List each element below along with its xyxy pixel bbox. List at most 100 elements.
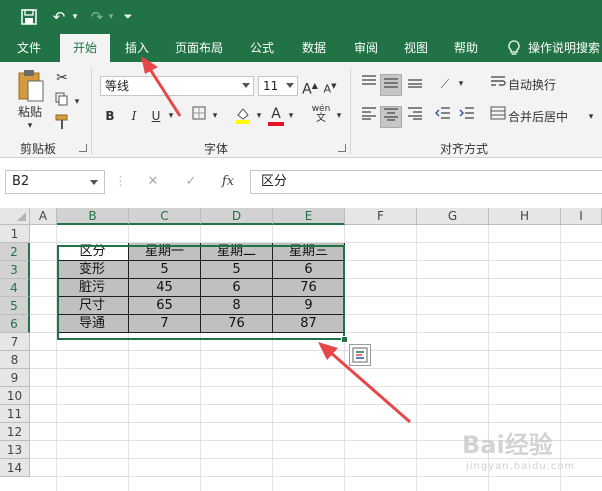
- font-name-combo[interactable]: 等线: [100, 76, 254, 96]
- merge-dropdown-icon[interactable]: ▾: [586, 107, 596, 127]
- table-cell[interactable]: 87: [273, 315, 345, 333]
- row-header-1[interactable]: 1: [0, 225, 30, 243]
- column-header-h[interactable]: H: [489, 208, 561, 225]
- fill-color-icon[interactable]: [232, 106, 254, 130]
- insert-function-button[interactable]: fx: [216, 172, 240, 192]
- table-cell[interactable]: 76: [273, 279, 345, 297]
- fill-handle[interactable]: [341, 336, 348, 343]
- table-cell[interactable]: 76: [201, 315, 273, 333]
- cut-icon[interactable]: ✂: [52, 68, 72, 88]
- grow-font-button[interactable]: A▲: [302, 76, 318, 100]
- save-icon[interactable]: [18, 7, 40, 27]
- format-painter-icon[interactable]: [52, 114, 72, 136]
- column-header-g[interactable]: G: [417, 208, 489, 225]
- tab-insert[interactable]: 插入: [114, 34, 160, 62]
- column-header-e[interactable]: E: [273, 208, 345, 225]
- table-cell[interactable]: 5: [129, 261, 201, 279]
- clipboard-launcher-icon[interactable]: [79, 144, 87, 152]
- copy-dropdown-icon[interactable]: ▾: [72, 92, 82, 112]
- align-top-icon[interactable]: [358, 74, 380, 96]
- table-row-label[interactable]: 变形: [57, 261, 129, 279]
- table-cell[interactable]: 45: [129, 279, 201, 297]
- undo-dropdown-icon[interactable]: ▾: [70, 7, 80, 27]
- enter-icon[interactable]: ✓: [180, 172, 202, 192]
- worksheet-grid[interactable]: A B C D E F G H I 1 2 3 4 5 6 7 8 9 10 1…: [0, 208, 602, 491]
- tab-formulas[interactable]: 公式: [240, 34, 284, 62]
- table-header-cell[interactable]: 星期二: [201, 243, 273, 261]
- table-header-cell[interactable]: 星期三: [273, 243, 345, 261]
- column-header-f[interactable]: F: [345, 208, 417, 225]
- phonetic-guide-button[interactable]: wén 文: [308, 104, 334, 124]
- undo-icon[interactable]: ↶: [48, 7, 70, 27]
- row-header-11[interactable]: 11: [0, 405, 30, 423]
- align-middle-icon[interactable]: [380, 74, 402, 96]
- tab-help[interactable]: 帮助: [444, 34, 488, 62]
- tab-home[interactable]: 开始: [60, 34, 110, 62]
- borders-dropdown-icon[interactable]: ▾: [210, 106, 220, 126]
- row-header-12[interactable]: 12: [0, 423, 30, 441]
- wrap-text-icon[interactable]: [488, 74, 508, 96]
- merge-center-button[interactable]: 合并后居中: [508, 107, 568, 127]
- align-center-icon[interactable]: [380, 106, 402, 128]
- underline-dropdown-icon[interactable]: ▾: [166, 106, 176, 126]
- align-right-icon[interactable]: [404, 106, 426, 128]
- orientation-icon[interactable]: ⟋: [434, 74, 456, 96]
- row-header-10[interactable]: 10: [0, 387, 30, 405]
- borders-icon[interactable]: [188, 106, 210, 126]
- table-cell-b2[interactable]: 区分: [57, 243, 129, 261]
- column-header-i[interactable]: I: [561, 208, 602, 225]
- paste-icon[interactable]: [14, 68, 46, 106]
- underline-button[interactable]: U: [146, 106, 166, 126]
- row-header-6[interactable]: 6: [0, 315, 30, 333]
- tab-review[interactable]: 审阅: [344, 34, 388, 62]
- column-header-d[interactable]: D: [201, 208, 273, 225]
- font-size-combo[interactable]: 11: [258, 76, 298, 96]
- row-header-3[interactable]: 3: [0, 261, 30, 279]
- font-launcher-icon[interactable]: [338, 144, 346, 152]
- tell-me-search[interactable]: 操作说明搜索: [528, 34, 602, 62]
- quick-analysis-button[interactable]: [349, 344, 371, 366]
- orientation-dropdown-icon[interactable]: ▾: [456, 74, 466, 94]
- customize-icon[interactable]: ⏷: [122, 7, 134, 27]
- copy-icon[interactable]: [52, 92, 72, 112]
- increase-indent-icon[interactable]: [456, 106, 478, 128]
- table-cell[interactable]: 7: [129, 315, 201, 333]
- row-header-5[interactable]: 5: [0, 297, 30, 315]
- column-header-b[interactable]: B: [57, 208, 129, 225]
- table-cell[interactable]: 8: [201, 297, 273, 315]
- row-header-4[interactable]: 4: [0, 279, 30, 297]
- merge-center-icon[interactable]: [488, 106, 508, 128]
- column-header-c[interactable]: C: [129, 208, 201, 225]
- table-row-label[interactable]: 尺寸: [57, 297, 129, 315]
- row-header-14[interactable]: 14: [0, 459, 30, 477]
- row-header-8[interactable]: 8: [0, 351, 30, 369]
- font-color-dropdown-icon[interactable]: ▾: [286, 106, 296, 126]
- table-cell[interactable]: 9: [273, 297, 345, 315]
- paste-dropdown-icon[interactable]: ▾: [24, 116, 36, 136]
- align-left-icon[interactable]: [358, 106, 380, 128]
- table-cell[interactable]: 5: [201, 261, 273, 279]
- font-color-button[interactable]: A: [266, 104, 286, 126]
- tab-file[interactable]: 文件: [6, 34, 52, 62]
- select-all-button[interactable]: [0, 208, 30, 225]
- tab-view[interactable]: 视图: [394, 34, 438, 62]
- fill-color-dropdown-icon[interactable]: ▾: [254, 106, 264, 126]
- column-header-a[interactable]: A: [30, 208, 57, 225]
- redo-dropdown-icon[interactable]: ▾: [106, 7, 116, 27]
- formula-input[interactable]: 区分: [250, 170, 602, 194]
- row-header-13[interactable]: 13: [0, 441, 30, 459]
- tab-page-layout[interactable]: 页面布局: [168, 34, 230, 62]
- cancel-icon[interactable]: ✕: [142, 172, 164, 192]
- phonetic-dropdown-icon[interactable]: ▾: [334, 106, 344, 126]
- wrap-text-button[interactable]: 自动换行: [508, 75, 556, 95]
- row-header-9[interactable]: 9: [0, 369, 30, 387]
- tab-data[interactable]: 数据: [292, 34, 336, 62]
- table-row-label[interactable]: 脏污: [57, 279, 129, 297]
- row-header-2[interactable]: 2: [0, 243, 30, 261]
- row-header-7[interactable]: 7: [0, 333, 30, 351]
- table-cell[interactable]: 6: [201, 279, 273, 297]
- table-row-label[interactable]: 导通: [57, 315, 129, 333]
- shrink-font-button[interactable]: A▼: [322, 76, 338, 100]
- table-cell[interactable]: 65: [129, 297, 201, 315]
- redo-icon[interactable]: ↷: [86, 7, 108, 27]
